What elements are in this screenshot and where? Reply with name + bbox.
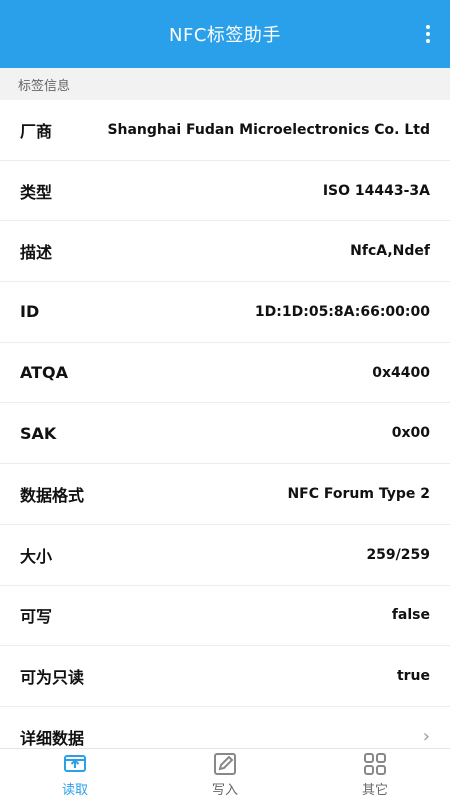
- section-header: 标签信息: [0, 68, 450, 100]
- row-label: 大小: [20, 546, 53, 566]
- tab-read[interactable]: 读取: [0, 749, 150, 800]
- app-title: NFC标签助手: [169, 25, 281, 46]
- row-value: 259/259: [366, 546, 430, 563]
- row-label: 数据格式: [20, 485, 85, 505]
- tag-info-list: 厂商 Shanghai Fudan Microelectronics Co. L…: [0, 100, 450, 748]
- row-value: 1D:1D:05:8A:66:00:00: [254, 303, 430, 320]
- row-label: 可为只读: [20, 668, 85, 688]
- row-label: 详细数据: [20, 728, 85, 748]
- row-label: ID: [20, 302, 40, 322]
- write-icon: [214, 753, 236, 775]
- row-label: 类型: [20, 182, 53, 202]
- row-label: 厂商: [20, 121, 53, 141]
- chevron-right-icon: ›: [422, 726, 430, 748]
- row-manufacturer: 厂商 Shanghai Fudan Microelectronics Co. L…: [0, 100, 450, 161]
- tab-label: 写入: [211, 783, 238, 798]
- row-value: NfcA,Ndef: [350, 243, 430, 260]
- row-type: 类型 ISO 14443-3A: [0, 161, 450, 222]
- row-atqa: ATQA 0x4400: [0, 343, 450, 404]
- row-label: 可写: [20, 607, 53, 627]
- row-description: 描述 NfcA,Ndef: [0, 221, 450, 283]
- row-value: Shanghai Fudan Microelectronics Co. Ltd: [107, 121, 430, 138]
- app-bar: NFC标签助手: [0, 0, 450, 68]
- row-label: 描述: [20, 243, 53, 263]
- tab-label: 读取: [61, 783, 88, 798]
- tab-write[interactable]: 写入: [150, 749, 300, 800]
- row-can-make-readonly: 可为只读 true: [0, 646, 450, 707]
- row-id: ID 1D:1D:05:8A:66:00:00: [0, 282, 450, 343]
- row-sak: SAK 0x00: [0, 403, 450, 465]
- row-writable: 可写 false: [0, 586, 450, 647]
- row-value: 0x00: [391, 425, 430, 442]
- section-title: 标签信息: [18, 78, 71, 94]
- row-value: false: [391, 607, 430, 624]
- grid-icon: [364, 753, 386, 775]
- row-detail-data[interactable]: 详细数据 ›: [0, 707, 450, 748]
- row-value: 0x4400: [372, 364, 430, 381]
- row-value: ISO 14443-3A: [322, 182, 430, 199]
- row-label: ATQA: [20, 363, 69, 383]
- more-vertical-icon[interactable]: [418, 20, 438, 48]
- row-value: NFC Forum Type 2: [287, 485, 430, 502]
- row-label: SAK: [20, 423, 57, 443]
- bottom-nav: 读取 写入 其它: [0, 748, 450, 800]
- row-size: 大小 259/259: [0, 525, 450, 586]
- tab-other[interactable]: 其它: [300, 749, 450, 800]
- row-value: true: [396, 668, 430, 685]
- tab-label: 其它: [361, 783, 388, 798]
- read-icon: [64, 755, 86, 772]
- row-data-format: 数据格式 NFC Forum Type 2: [0, 464, 450, 525]
